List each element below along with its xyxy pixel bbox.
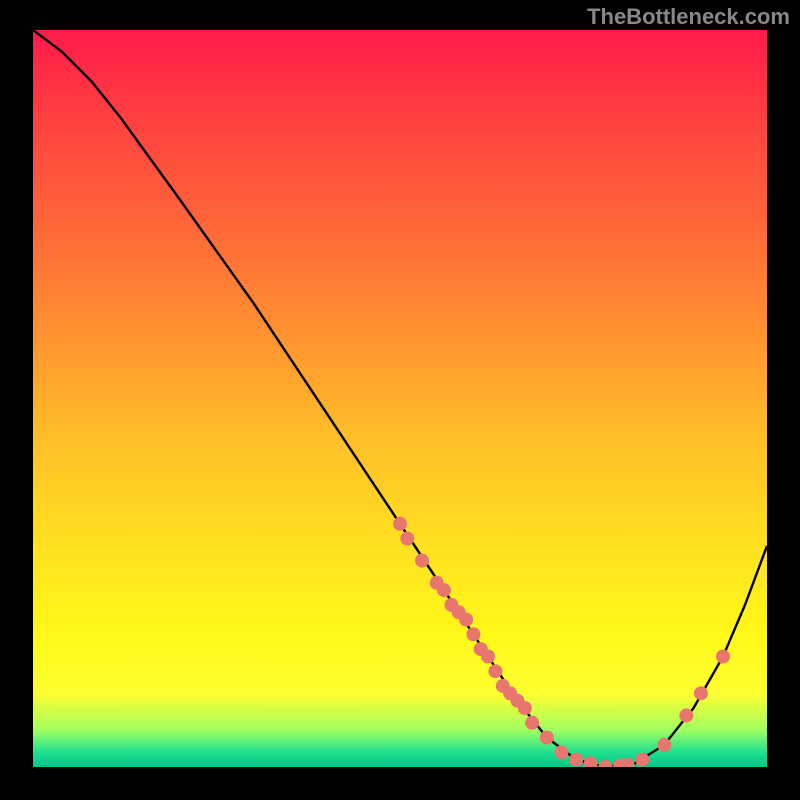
data-point	[584, 756, 598, 767]
data-point	[525, 716, 539, 730]
data-point	[569, 753, 583, 767]
data-point	[657, 738, 671, 752]
data-point	[599, 760, 613, 767]
data-point	[555, 745, 569, 759]
bottleneck-curve	[33, 30, 767, 767]
data-points	[393, 517, 730, 767]
data-point	[488, 664, 502, 678]
data-point	[437, 583, 451, 597]
chart-svg	[33, 30, 767, 767]
data-point	[393, 517, 407, 531]
data-point	[459, 613, 473, 627]
data-point	[679, 708, 693, 722]
data-point	[400, 532, 414, 546]
data-point	[481, 650, 495, 664]
data-point	[635, 753, 649, 767]
data-point	[540, 731, 554, 745]
data-point	[518, 701, 532, 715]
plot-area	[33, 30, 767, 767]
data-point	[694, 686, 708, 700]
data-point	[415, 554, 429, 568]
data-point	[716, 650, 730, 664]
data-point	[466, 627, 480, 641]
watermark-text: TheBottleneck.com	[587, 4, 790, 30]
chart-container: TheBottleneck.com	[0, 0, 800, 800]
